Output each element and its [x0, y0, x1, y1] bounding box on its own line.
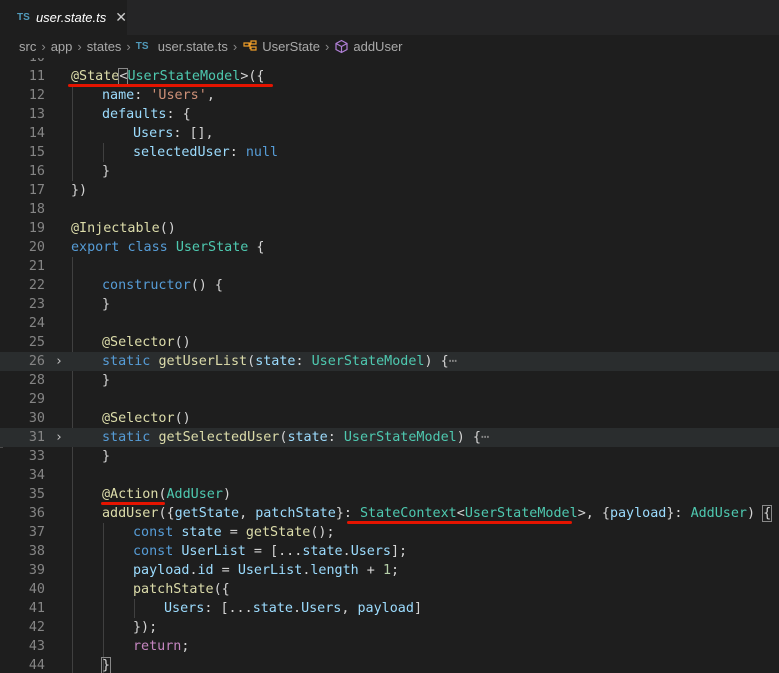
line-number: 22 [28, 278, 45, 293]
line-number: 16 [28, 164, 45, 179]
line-number: 30 [28, 411, 45, 426]
code-line: const state = getState(); [133, 525, 335, 540]
code-line: defaults: { [102, 107, 191, 122]
breadcrumb-app[interactable]: app [51, 39, 73, 54]
code-editor[interactable]: 10 11 @State<UserStateModel>({ 12 name: … [0, 58, 779, 673]
code-line: export class UserState { [71, 240, 265, 255]
line-number: 13 [28, 107, 45, 122]
breadcrumb-file[interactable]: user.state.ts [158, 39, 228, 54]
code-line: @Selector() [102, 411, 191, 426]
code-line: patchState({ [133, 582, 230, 597]
line-number: 38 [28, 544, 45, 559]
line-number: 40 [28, 582, 45, 597]
annotation-underline [347, 521, 572, 524]
code-line: constructor() { [102, 278, 223, 293]
line-number: 28 [28, 373, 45, 388]
line-number: 26 [28, 354, 45, 369]
annotation-underline [68, 84, 273, 87]
breadcrumb-src[interactable]: src [19, 39, 36, 54]
annotation-underline [101, 502, 165, 505]
breadcrumb-states[interactable]: states [87, 39, 122, 54]
line-number: 21 [28, 259, 45, 274]
code-line: }); [133, 620, 158, 635]
line-number: 11 [28, 69, 45, 84]
breadcrumb: src › app › states › TS user.state.ts › … [0, 35, 779, 57]
tab-label: user.state.ts [35, 10, 107, 25]
line-number: 35 [28, 487, 45, 502]
code-line: @Selector() [102, 335, 191, 350]
line-number: 44 [28, 658, 45, 673]
line-number: 36 [28, 506, 45, 521]
code-line: name: 'Users', [102, 88, 215, 103]
code-line: static getSelectedUser(state: UserStateM… [102, 430, 489, 445]
line-number: 23 [28, 297, 45, 312]
code-line: } [102, 297, 111, 312]
line-number: 20 [28, 240, 45, 255]
tab-bar: TS user.state.ts ✕ [0, 0, 779, 35]
code-line: Users: [...state.Users, payload] [164, 601, 422, 616]
chevron-right-icon: › [126, 38, 131, 54]
line-number: 25 [28, 335, 45, 350]
chevron-right-icon: › [325, 38, 330, 54]
code-line: return; [133, 639, 190, 654]
line-number: 41 [28, 601, 45, 616]
line-number: 31 [28, 430, 45, 445]
line-number: 42 [28, 620, 45, 635]
line-number: 18 [28, 202, 45, 217]
code-line: Users: [], [133, 126, 214, 141]
line-number: 34 [28, 468, 45, 483]
line-number: 43 [28, 639, 45, 654]
line-number: 24 [28, 316, 45, 331]
close-icon[interactable]: ✕ [115, 9, 127, 26]
line-number: 17 [28, 183, 45, 198]
chevron-right-icon[interactable]: › [55, 352, 63, 371]
typescript-file-icon: TS [135, 40, 149, 52]
breadcrumb-class[interactable]: UserState [262, 39, 320, 54]
code-line: } [102, 373, 111, 388]
tab-user-state-ts[interactable]: TS user.state.ts ✕ [0, 0, 127, 35]
line-number: 15 [28, 145, 45, 160]
chevron-right-icon: › [232, 38, 238, 54]
line-number: 33 [28, 449, 45, 464]
code-line: static getUserList(state: UserStateModel… [102, 354, 457, 369]
code-line: } [100, 657, 112, 673]
line-number: 14 [28, 126, 45, 141]
code-line: }) [71, 183, 88, 198]
method-cube-icon [334, 39, 349, 54]
breadcrumb-method[interactable]: addUser [353, 39, 402, 54]
text-cursor [110, 657, 112, 673]
code-line: @Injectable() [71, 221, 176, 236]
line-number: 19 [28, 221, 45, 236]
line-number: 37 [28, 525, 45, 540]
typescript-file-icon: TS [17, 12, 30, 23]
code-line: } [102, 449, 111, 464]
chevron-right-icon: › [41, 38, 46, 54]
code-line: } [102, 164, 111, 179]
chevron-right-icon: › [77, 38, 82, 54]
line-number: 39 [28, 563, 45, 578]
code-line: selectedUser: null [133, 145, 279, 160]
line-number: 29 [28, 392, 45, 407]
class-icon [242, 39, 258, 53]
line-number: 10 [0, 58, 45, 67]
chevron-right-icon[interactable]: › [55, 428, 63, 447]
code-line: const UserList = [...state.Users]; [133, 544, 408, 559]
code-line: payload.id = UserList.length + 1; [133, 563, 400, 578]
line-number: 12 [28, 88, 45, 103]
